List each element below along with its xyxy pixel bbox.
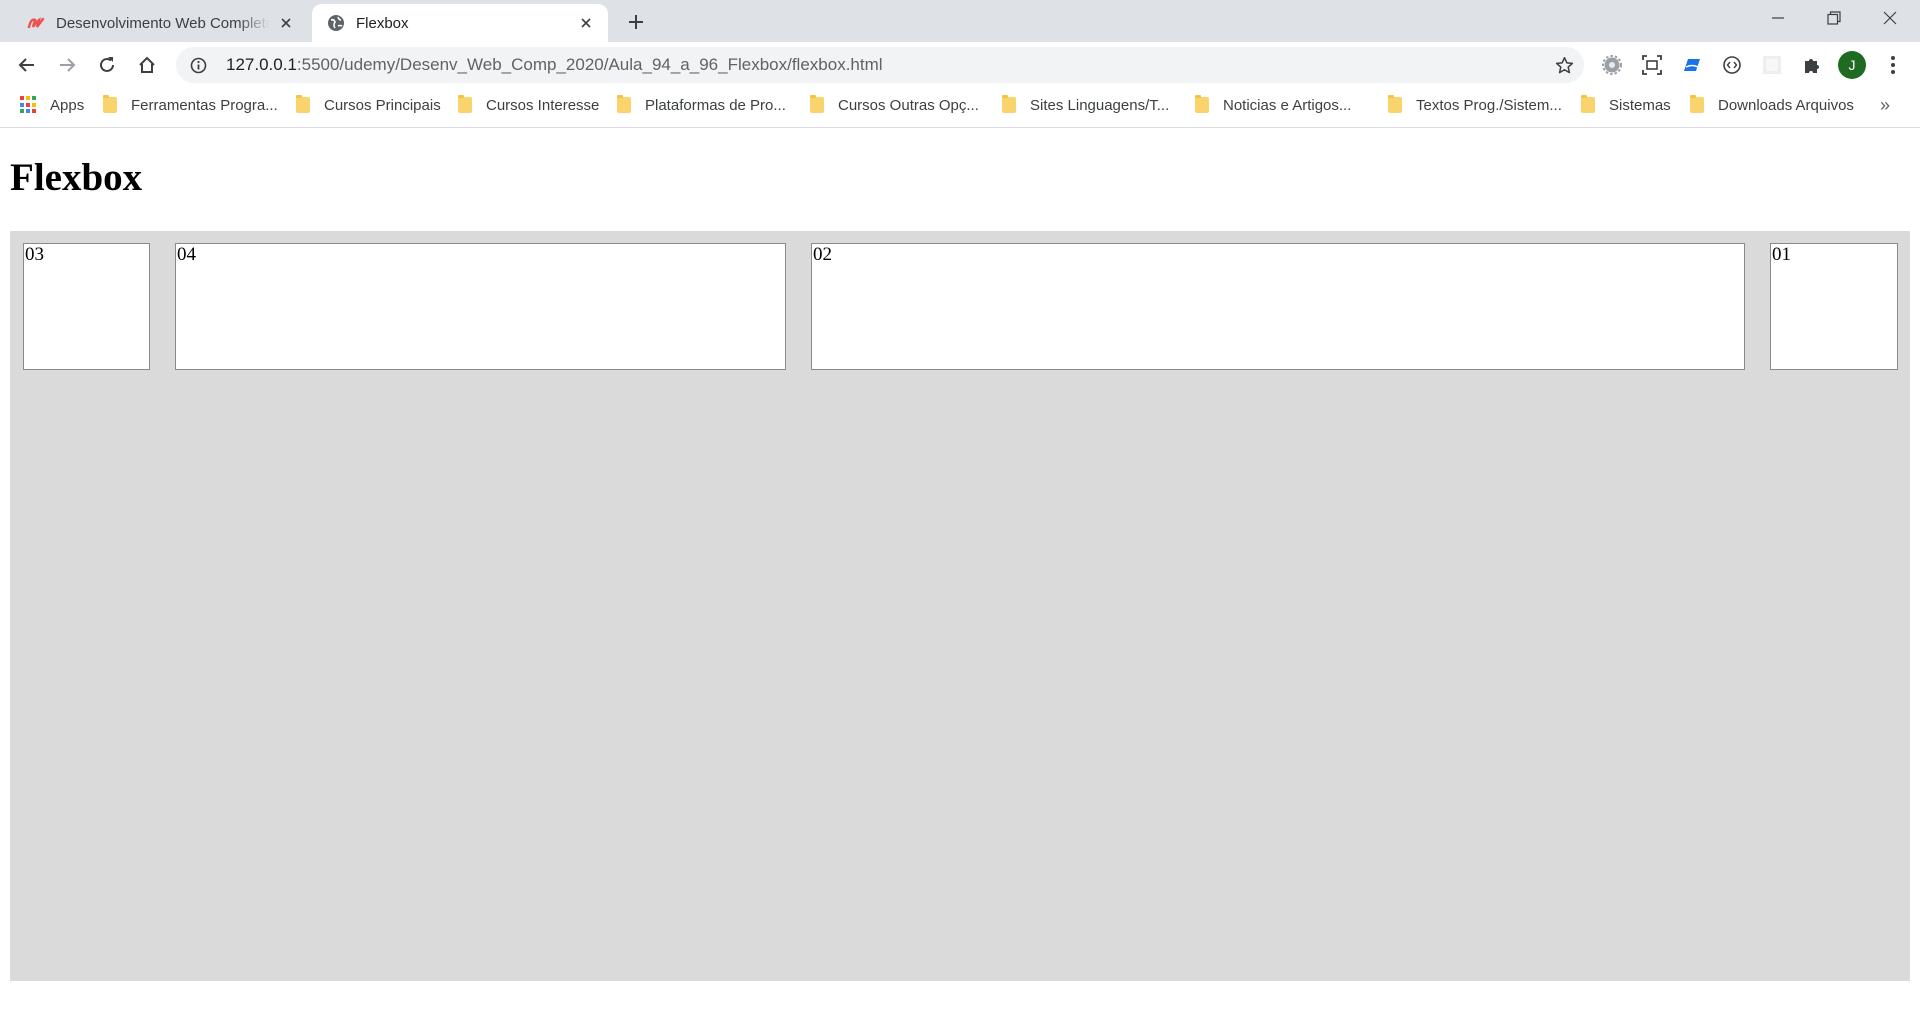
bookmark-apps[interactable]: Apps: [20, 88, 84, 122]
bookmark-label: Cursos Interesse: [486, 96, 600, 114]
more-bookmarks-button[interactable]: »: [1880, 88, 1890, 122]
info-icon[interactable]: [188, 55, 208, 75]
bookmark-folder[interactable]: Cursos Outras Opç...: [810, 88, 979, 122]
bookmark-folder[interactable]: Textos Prog./Sistem...: [1388, 88, 1562, 122]
new-tab-button[interactable]: [622, 8, 650, 36]
folder-icon: [1002, 95, 1016, 113]
url-path: :5500/udemy/Desenv_Web_Comp_2020/Aula_94…: [296, 55, 883, 74]
url-host: 127.0.0.1: [226, 55, 297, 74]
bookmark-folder[interactable]: Cursos Principais: [296, 88, 441, 122]
restore-button[interactable]: [1806, 0, 1862, 36]
restore-icon: [1827, 11, 1841, 25]
tab-strip: Desenvolvimento Web Completo 2020 Flexbo…: [0, 0, 1920, 42]
bookmark-folder[interactable]: Cursos Interesse: [458, 88, 599, 122]
folder-icon: [617, 95, 631, 113]
folder-icon: [458, 95, 472, 113]
folder-icon: [1581, 95, 1595, 113]
navigation-toolbar: 127.0.0.1:5500/udemy/Desenv_Web_Comp_202…: [0, 42, 1920, 88]
bookmark-label: Cursos Outras Opç...: [838, 96, 979, 114]
bookmark-folder[interactable]: Plataformas de Pro...: [617, 88, 786, 122]
folder-icon: [1388, 95, 1402, 113]
arrow-right-icon: [60, 58, 76, 72]
bookmark-folder[interactable]: Noticias e Artigos...: [1195, 88, 1351, 122]
code-extension-icon[interactable]: [1718, 51, 1746, 79]
close-window-button[interactable]: [1862, 0, 1918, 36]
flex-item: 01: [1770, 243, 1898, 370]
screen-capture-extension-icon[interactable]: [1638, 51, 1666, 79]
folder-icon: [103, 95, 117, 113]
flex-item: 04: [175, 243, 786, 370]
bookmark-label: Noticias e Artigos...: [1223, 96, 1352, 114]
page-viewport: Flexbox 03 04 02 01: [0, 129, 1920, 1030]
forward-button[interactable]: [51, 49, 83, 81]
globe-icon: [326, 13, 346, 33]
folder-icon: [810, 95, 824, 113]
flex-item: 03: [23, 243, 150, 370]
tab-title: Desenvolvimento Web Completo 2020: [56, 14, 270, 32]
arrow-left-icon: [18, 58, 34, 72]
folder-icon: [1690, 95, 1704, 113]
tab-flexbox[interactable]: Flexbox: [312, 4, 608, 42]
folder-icon: [296, 95, 310, 113]
settings-extension-icon[interactable]: [1598, 51, 1626, 79]
bookmark-label: Cursos Principais: [324, 96, 441, 114]
apps-grid-icon: [20, 96, 38, 114]
tab-udemy[interactable]: Desenvolvimento Web Completo 2020: [12, 4, 308, 42]
flex-item: 02: [811, 243, 1745, 370]
bookmark-label: Downloads Arquivos: [1718, 96, 1854, 114]
reload-icon: [100, 57, 114, 72]
bookmark-folder[interactable]: Ferramentas Progra...: [103, 88, 278, 122]
minimize-icon: [1772, 17, 1784, 19]
extensions-puzzle-icon[interactable]: [1798, 51, 1826, 79]
bookmark-label: Textos Prog./Sistem...: [1416, 96, 1562, 114]
bookmark-label: Apps: [50, 96, 85, 114]
bookmark-label: Plataformas de Pro...: [645, 96, 786, 114]
minimize-button[interactable]: [1750, 0, 1806, 36]
page-heading: Flexbox: [10, 156, 143, 199]
home-button[interactable]: [131, 49, 163, 81]
wave-extension-icon[interactable]: [1678, 51, 1706, 79]
bookmark-folder[interactable]: Sistemas: [1581, 88, 1671, 122]
close-icon: [1883, 11, 1897, 25]
bookmark-star-icon[interactable]: [1554, 55, 1574, 75]
bookmark-folder[interactable]: Downloads Arquivos: [1690, 88, 1854, 122]
blank-extension-icon[interactable]: [1758, 51, 1786, 79]
url-text[interactable]: 127.0.0.1:5500/udemy/Desenv_Web_Comp_202…: [226, 55, 883, 75]
plus-icon: [629, 15, 643, 29]
close-tab-icon[interactable]: [576, 13, 596, 33]
folder-icon: [1195, 95, 1209, 113]
address-bar[interactable]: 127.0.0.1:5500/udemy/Desenv_Web_Comp_202…: [176, 47, 1584, 83]
menu-kebab-icon[interactable]: [1879, 51, 1907, 79]
bookmark-label: Ferramentas Progra...: [131, 96, 278, 114]
bookmark-label: Sites Linguagens/T...: [1030, 96, 1170, 114]
tab-title: Flexbox: [356, 14, 409, 32]
close-tab-icon[interactable]: [276, 13, 296, 33]
udemy-logo-icon: [26, 13, 46, 33]
profile-avatar[interactable]: J: [1838, 51, 1866, 79]
back-button[interactable]: [11, 49, 43, 81]
home-icon: [139, 56, 155, 73]
bookmarks-bar: Apps Ferramentas Progra... Cursos Princi…: [0, 88, 1920, 128]
bookmark-folder[interactable]: Sites Linguagens/T...: [1002, 88, 1169, 122]
flex-container: 03 04 02 01: [10, 231, 1910, 981]
reload-button[interactable]: [91, 49, 123, 81]
bookmark-label: Sistemas: [1609, 96, 1671, 114]
